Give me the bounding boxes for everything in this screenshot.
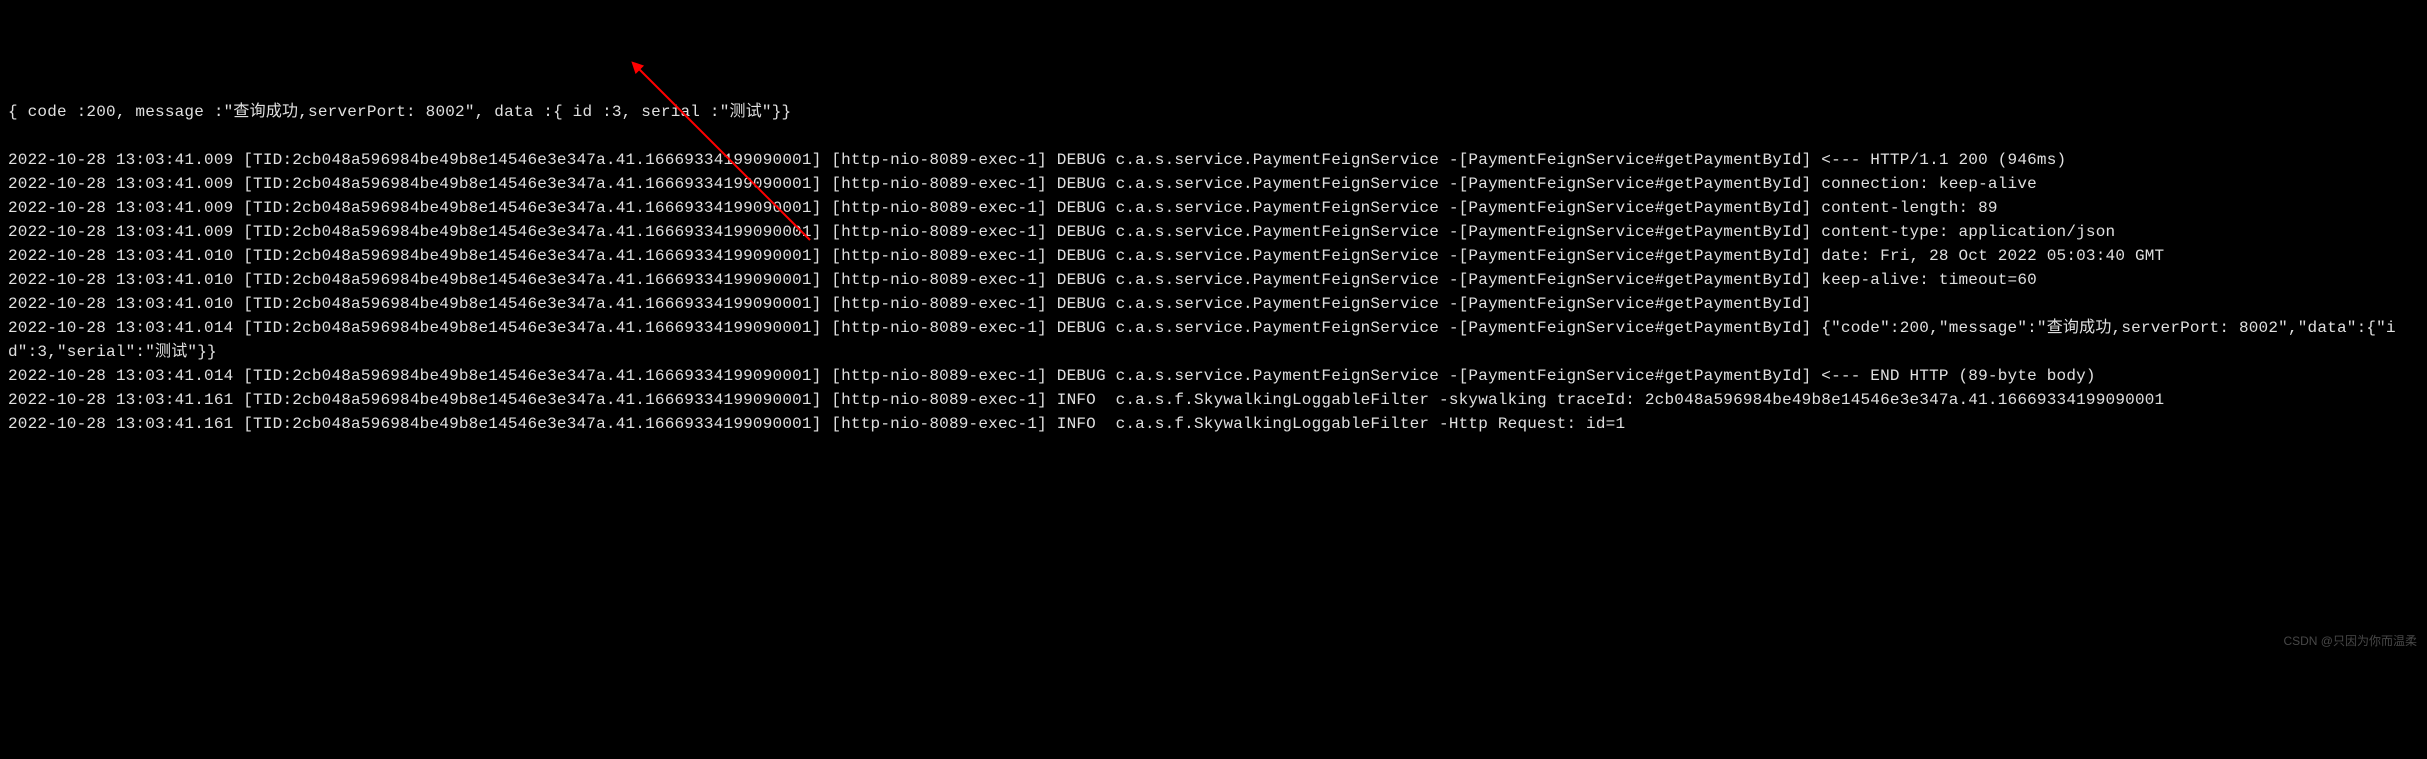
log-line: 2022-10-28 13:03:41.010 [TID:2cb048a5969… — [8, 268, 2419, 292]
log-line: 2022-10-28 13:03:41.161 [TID:2cb048a5969… — [8, 388, 2419, 412]
watermark-text: CSDN @只因为你而温柔 — [2283, 632, 2417, 650]
log-line: 2022-10-28 13:03:41.161 [TID:2cb048a5969… — [8, 412, 2419, 436]
log-line: 2022-10-28 13:03:41.014 [TID:2cb048a5969… — [8, 316, 2419, 364]
log-line: { code :200, message :"查询成功,serverPort: … — [8, 100, 2419, 124]
log-line: 2022-10-28 13:03:41.009 [TID:2cb048a5969… — [8, 220, 2419, 244]
log-line: 2022-10-28 13:03:41.009 [TID:2cb048a5969… — [8, 196, 2419, 220]
log-line: 2022-10-28 13:03:41.009 [TID:2cb048a5969… — [8, 172, 2419, 196]
log-line — [8, 124, 2419, 148]
log-line: 2022-10-28 13:03:41.014 [TID:2cb048a5969… — [8, 364, 2419, 388]
log-output: { code :200, message :"查询成功,serverPort: … — [8, 100, 2419, 436]
log-line: 2022-10-28 13:03:41.009 [TID:2cb048a5969… — [8, 148, 2419, 172]
log-line: 2022-10-28 13:03:41.010 [TID:2cb048a5969… — [8, 292, 2419, 316]
log-line: 2022-10-28 13:03:41.010 [TID:2cb048a5969… — [8, 244, 2419, 268]
